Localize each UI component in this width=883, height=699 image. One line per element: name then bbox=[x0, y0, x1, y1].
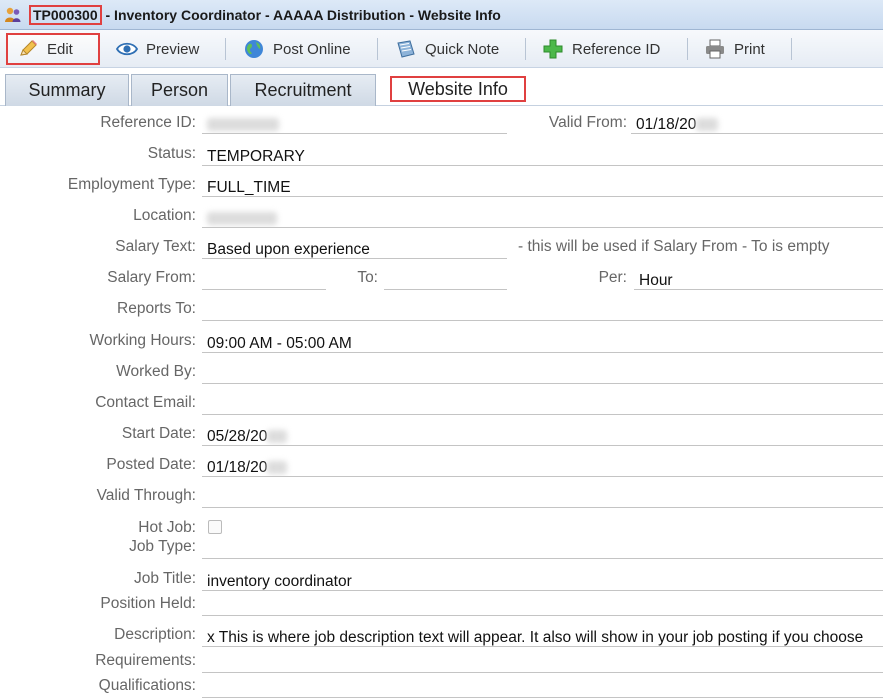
redacted-value bbox=[267, 430, 288, 444]
location-label: Location: bbox=[133, 207, 196, 224]
job-type-field[interactable] bbox=[202, 533, 883, 559]
position-held-label: Position Held: bbox=[100, 595, 196, 612]
toolbar-divider bbox=[525, 38, 526, 60]
valid-through-field[interactable] bbox=[202, 482, 883, 508]
worked-by-label: Worked By: bbox=[116, 363, 196, 380]
job-title-field[interactable]: inventory coordinator bbox=[202, 565, 883, 591]
salary-text-note: - this will be used if Salary From - To … bbox=[518, 238, 830, 255]
toolbar-divider bbox=[791, 38, 792, 60]
edit-button[interactable]: Edit bbox=[6, 33, 100, 65]
preview-label: Preview bbox=[146, 40, 200, 58]
note-icon bbox=[397, 40, 415, 58]
print-label: Print bbox=[734, 40, 765, 58]
hot-job-checkbox[interactable] bbox=[208, 520, 222, 534]
start-date-field[interactable]: 05/28/20 bbox=[202, 420, 883, 446]
plus-icon bbox=[543, 39, 563, 59]
employment-type-field[interactable]: FULL_TIME bbox=[202, 171, 883, 197]
record-code: TP000300 bbox=[29, 5, 102, 25]
salary-to-field[interactable] bbox=[384, 264, 507, 290]
salary-text-field[interactable]: Based upon experience bbox=[202, 233, 507, 259]
reference-id-label: Reference ID bbox=[572, 40, 661, 58]
worked-by-field[interactable] bbox=[202, 358, 883, 384]
toolbar-divider bbox=[225, 38, 226, 60]
printer-icon bbox=[706, 39, 724, 59]
reference-id-field[interactable] bbox=[202, 108, 507, 134]
website-info-form: Reference ID: Valid From: 01/18/20 Statu… bbox=[0, 106, 883, 699]
valid-from-label: Valid From: bbox=[548, 114, 627, 131]
record-title: - Inventory Coordinator - AAAAA Distribu… bbox=[101, 7, 501, 23]
toolbar: Edit Preview Post Online Quick Note Refe… bbox=[0, 30, 883, 68]
quick-note-button[interactable]: Quick Note bbox=[395, 36, 499, 62]
post-online-label: Post Online bbox=[273, 40, 351, 58]
reports-to-label: Reports To: bbox=[117, 300, 196, 317]
requirements-label: Requirements: bbox=[95, 652, 196, 669]
description-field[interactable]: x This is where job description text wil… bbox=[202, 621, 883, 647]
start-date-label: Start Date: bbox=[121, 425, 196, 442]
redacted-value bbox=[207, 212, 277, 226]
redacted-value bbox=[207, 118, 279, 132]
people-app-icon bbox=[5, 7, 21, 22]
tab-recruitment[interactable]: Recruitment bbox=[230, 74, 376, 106]
valid-through-label: Valid Through: bbox=[96, 487, 196, 504]
post-online-button[interactable]: Post Online bbox=[243, 36, 351, 62]
per-field[interactable]: Hour bbox=[634, 264, 883, 290]
redacted-value bbox=[696, 118, 719, 132]
reference-id-button[interactable]: Reference ID bbox=[542, 36, 660, 62]
working-hours-field[interactable]: 09:00 AM - 05:00 AM bbox=[202, 327, 883, 353]
posted-date-label: Posted Date: bbox=[106, 456, 196, 473]
window-title: TP000300 - Inventory Coordinator - AAAAA… bbox=[29, 5, 501, 25]
job-type-label: Job Type: bbox=[129, 538, 196, 555]
tab-summary[interactable]: Summary bbox=[5, 74, 129, 106]
quick-note-label: Quick Note bbox=[425, 40, 500, 58]
contact-email-field[interactable] bbox=[202, 389, 883, 415]
preview-button[interactable]: Preview bbox=[116, 36, 199, 62]
tab-bar: Summary Person Recruitment Website Info bbox=[0, 68, 883, 106]
tab-website-info[interactable]: Website Info bbox=[390, 76, 526, 102]
title-bar: TP000300 - Inventory Coordinator - AAAAA… bbox=[0, 0, 883, 30]
location-field[interactable] bbox=[202, 202, 883, 228]
contact-email-label: Contact Email: bbox=[95, 394, 196, 411]
toolbar-divider bbox=[687, 38, 688, 60]
hot-job-label: Hot Job: bbox=[138, 519, 196, 536]
redacted-value bbox=[267, 461, 288, 475]
print-button[interactable]: Print bbox=[704, 36, 765, 62]
posted-date-field[interactable]: 01/18/20 bbox=[202, 451, 883, 477]
toolbar-divider bbox=[377, 38, 378, 60]
eye-icon bbox=[116, 42, 138, 56]
job-title-label: Job Title: bbox=[133, 570, 196, 587]
tab-person[interactable]: Person bbox=[131, 74, 228, 106]
position-held-field[interactable] bbox=[202, 590, 883, 616]
salary-from-label: Salary From: bbox=[107, 269, 196, 286]
qualifications-field[interactable] bbox=[202, 672, 883, 698]
reference-id-label: Reference ID: bbox=[100, 114, 196, 131]
salary-to-label: To: bbox=[357, 269, 378, 286]
status-field[interactable]: TEMPORARY bbox=[202, 140, 883, 166]
valid-from-field[interactable]: 01/18/20 bbox=[631, 108, 883, 134]
salary-from-field[interactable] bbox=[202, 264, 326, 290]
employment-type-label: Employment Type: bbox=[67, 176, 196, 193]
reports-to-field[interactable] bbox=[202, 295, 883, 321]
working-hours-label: Working Hours: bbox=[89, 332, 196, 349]
salary-text-label: Salary Text: bbox=[115, 238, 196, 255]
requirements-field[interactable] bbox=[202, 647, 883, 673]
qualifications-label: Qualifications: bbox=[98, 677, 196, 694]
description-label: Description: bbox=[114, 626, 196, 643]
edit-label: Edit bbox=[47, 40, 73, 58]
pencil-icon bbox=[20, 40, 37, 56]
status-label: Status: bbox=[147, 145, 196, 162]
per-label: Per: bbox=[598, 269, 627, 286]
globe-icon bbox=[245, 40, 263, 58]
